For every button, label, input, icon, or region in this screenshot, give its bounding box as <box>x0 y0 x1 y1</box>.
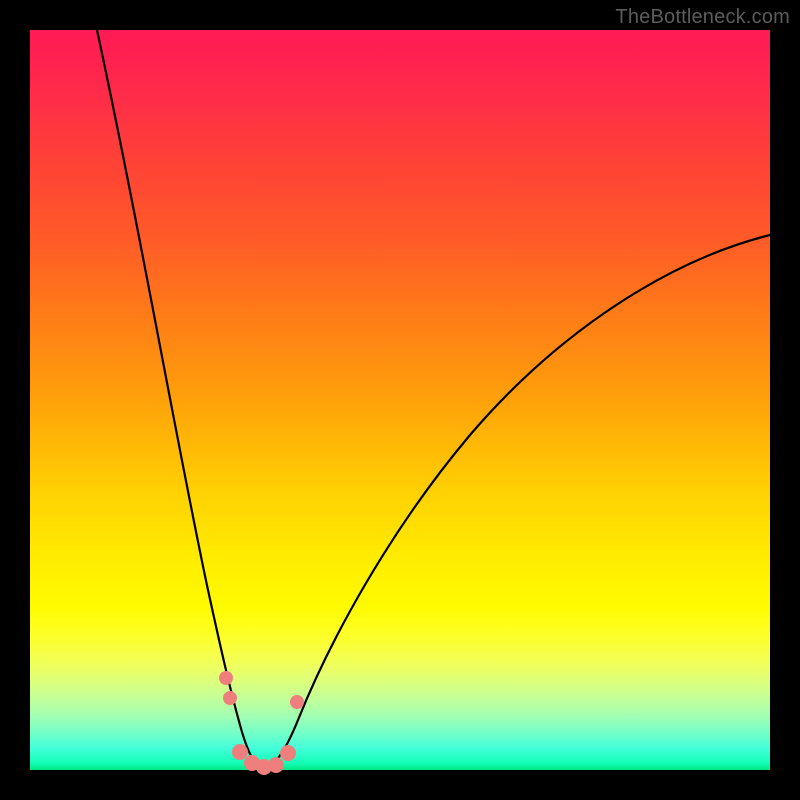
watermark-text: TheBottleneck.com <box>615 6 790 29</box>
bottleneck-curve-left <box>97 30 262 768</box>
marker-dot <box>280 745 296 761</box>
plot-area <box>30 30 770 770</box>
chart-svg <box>30 30 770 770</box>
marker-dot <box>290 695 304 709</box>
marker-dot <box>268 757 284 773</box>
marker-dot <box>223 691 237 705</box>
marker-dot <box>232 744 248 760</box>
bottleneck-curve-right <box>262 235 770 768</box>
outer-frame: TheBottleneck.com <box>0 0 800 800</box>
marker-dot <box>219 671 233 685</box>
